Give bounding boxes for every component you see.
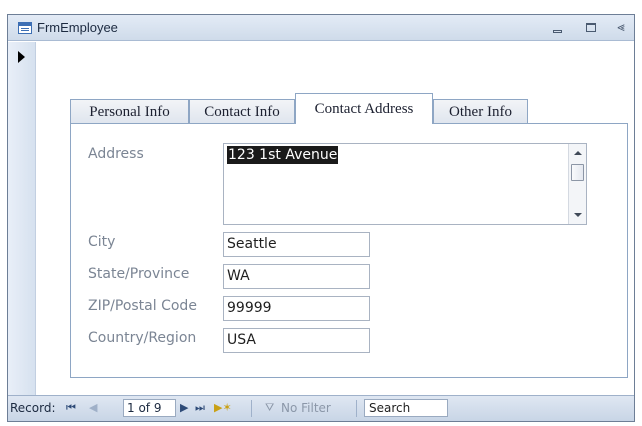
record-position-field[interactable]: 1 of 9: [123, 399, 176, 417]
scroll-thumb[interactable]: [571, 164, 584, 181]
previous-record-icon[interactable]: ◀: [89, 400, 97, 416]
no-filter-button[interactable]: No Filter: [281, 401, 331, 415]
zip-field[interactable]: 99999: [223, 296, 370, 321]
form-window: FrmEmployee ⪡ Personal Info Contact Info…: [7, 14, 635, 422]
address-field[interactable]: 123 1st Avenue: [223, 143, 587, 225]
tab-other-info[interactable]: Other Info: [433, 99, 528, 124]
address-label: Address: [88, 146, 144, 162]
last-record-icon[interactable]: ⏭: [195, 400, 205, 416]
nav-divider: [251, 400, 252, 417]
next-record-icon[interactable]: ▶: [180, 400, 188, 416]
filter-icon: ⛛: [265, 401, 275, 414]
scroll-down-icon[interactable]: [574, 213, 582, 217]
address-scrollbar[interactable]: [568, 144, 586, 224]
restore-icon[interactable]: [582, 20, 600, 36]
state-field[interactable]: WA: [223, 264, 370, 289]
new-record-icon[interactable]: ▶✶: [214, 400, 232, 416]
tab-personal-info[interactable]: Personal Info: [70, 99, 189, 124]
tab-contact-address[interactable]: Contact Address: [295, 93, 433, 124]
form-detail: Personal Info Contact Info Contact Addre…: [37, 42, 634, 396]
city-field[interactable]: Seattle: [223, 232, 370, 257]
current-record-arrow-icon: [18, 51, 25, 63]
title-bar[interactable]: FrmEmployee ⪡: [8, 15, 634, 41]
country-label: Country/Region: [88, 330, 197, 346]
minimize-icon[interactable]: [549, 20, 567, 36]
tab-contact-info[interactable]: Contact Info: [189, 99, 295, 124]
close-icon[interactable]: ⪡: [612, 20, 630, 36]
record-selector[interactable]: [8, 42, 36, 396]
record-label: Record:: [10, 401, 56, 415]
address-value: 123 1st Avenue: [227, 146, 339, 164]
city-label: City: [88, 234, 116, 250]
form-icon: [18, 22, 32, 34]
first-record-icon[interactable]: ⏮: [66, 400, 76, 416]
window-title: FrmEmployee: [37, 20, 118, 35]
state-label: State/Province: [88, 266, 190, 282]
zip-label: ZIP/Postal Code: [88, 298, 197, 314]
country-field[interactable]: USA: [223, 328, 370, 353]
search-input[interactable]: Search: [364, 399, 448, 417]
nav-divider: [356, 400, 357, 417]
record-navigation-bar: Record: ⏮ ◀ 1 of 9 ▶ ⏭ ▶✶ ⛛ No Filter Se…: [8, 395, 634, 421]
scroll-up-icon[interactable]: [574, 151, 582, 155]
